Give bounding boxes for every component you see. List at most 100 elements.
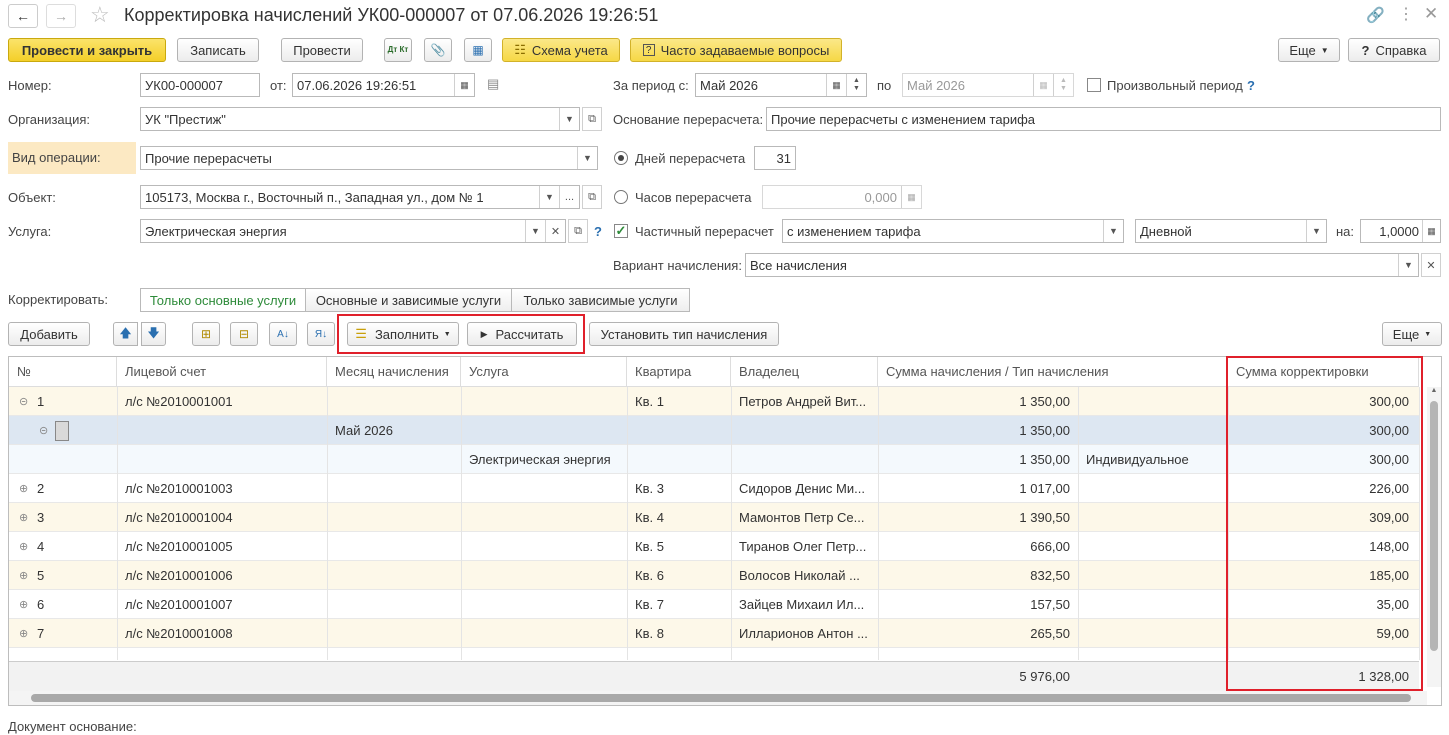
basis-field[interactable]: Прочие перерасчеты с изменением тарифа (766, 107, 1441, 131)
days-field[interactable]: 31 (754, 146, 796, 170)
table-row[interactable]: ⊝ Май 2026 1 350,00 300,00 (9, 416, 1419, 445)
col-header-month[interactable]: Месяц начисления (327, 357, 461, 387)
help-button[interactable]: ? Справка (1348, 38, 1440, 62)
calendar-icon[interactable]: ▦ (1033, 74, 1053, 96)
tab-only-main[interactable]: Только основные услуги (140, 288, 306, 312)
date-field[interactable]: 07.06.2026 19:26:51 ▦ (292, 73, 475, 97)
save-button[interactable]: Записать (177, 38, 259, 62)
comment-icon[interactable]: ▤ (487, 76, 499, 92)
dropdown-icon[interactable]: ▼ (525, 220, 545, 242)
back-button[interactable]: ← (8, 4, 38, 28)
set-accrual-type-button[interactable]: Установить тип начисления (589, 322, 779, 346)
forward-button[interactable]: → (46, 4, 76, 28)
ellipsis-icon[interactable]: ... (559, 186, 579, 208)
close-icon[interactable]: ✕ (1424, 4, 1438, 24)
col-header-flat[interactable]: Квартира (627, 357, 731, 387)
col-header-number[interactable]: № (9, 357, 117, 387)
calculator-icon[interactable]: ▦ (901, 186, 921, 208)
col-header-owner[interactable]: Владелец (731, 357, 878, 387)
service-field[interactable]: Электрическая энергия ▼ ✕ (140, 219, 566, 243)
move-up-icon[interactable]: 🡅 (113, 322, 138, 346)
post-button[interactable]: Провести (281, 38, 363, 62)
open-icon[interactable]: ⧉ (582, 107, 602, 131)
favorite-star-icon[interactable]: ☆ (90, 2, 110, 28)
service-help-icon[interactable]: ? (594, 224, 602, 240)
expand-icon[interactable]: ⊕ (19, 540, 28, 553)
move-down-icon[interactable]: 🡇 (141, 322, 166, 346)
table-row[interactable]: ⊕ 3 л/с №2010001004 Кв. 4 Мамонтов Петр Се..… (9, 503, 1419, 532)
calendar-icon[interactable]: ▦ (826, 74, 846, 96)
menu-icon[interactable]: ⋮ (1398, 4, 1414, 24)
accounting-scheme-button[interactable]: ☷ Схема учета (502, 38, 620, 62)
dropdown-icon[interactable]: ▼ (1398, 254, 1418, 276)
dropdown-icon[interactable]: ▼ (1103, 220, 1123, 242)
structure-icon[interactable]: ▦ (464, 38, 492, 62)
attachment-icon[interactable]: 📎 (424, 38, 452, 62)
h-scroll-thumb[interactable] (31, 694, 1411, 702)
coef-field[interactable]: 1,0000 ▦ (1360, 219, 1441, 243)
clear-icon[interactable]: ✕ (1421, 253, 1441, 277)
number-field[interactable]: УК00-000007 (140, 73, 260, 97)
object-field[interactable]: 105173, Москва г., Восточный п., Западна… (140, 185, 580, 209)
collapse-all-icon[interactable]: ⊟ (230, 322, 258, 346)
clear-icon[interactable]: ✕ (545, 220, 565, 242)
org-field[interactable]: УК "Престиж" ▼ (140, 107, 580, 131)
calculator-icon[interactable]: ▦ (1422, 220, 1440, 242)
dropdown-icon[interactable]: ▼ (559, 108, 579, 130)
partial-mode-field[interactable]: с изменением тарифа ▼ (782, 219, 1124, 243)
scroll-up-icon[interactable]: ▲ (1427, 387, 1441, 401)
col-header-sum[interactable]: Сумма начисления / Тип начисления (878, 357, 1228, 387)
spin-icon[interactable]: ▲ ▼ (846, 74, 866, 96)
arbitrary-period-checkbox[interactable] (1087, 78, 1101, 92)
cell-flat: Кв. 5 (635, 539, 664, 554)
sort-desc-icon[interactable]: Я↓ (307, 322, 335, 346)
spin-icon[interactable]: ▲ ▼ (1053, 74, 1073, 96)
table-row[interactable]: Электрическая энергия 1 350,00 Индивидуаль… (9, 445, 1419, 474)
add-button[interactable]: Добавить (8, 322, 90, 346)
open-icon[interactable]: ⧉ (568, 219, 588, 243)
more-button[interactable]: Еще ▼ (1278, 38, 1340, 62)
operation-field[interactable]: Прочие перерасчеты ▼ (140, 146, 598, 170)
period-from-field[interactable]: Май 2026 ▦ ▲ ▼ (695, 73, 867, 97)
open-icon[interactable]: ⧉ (582, 185, 602, 209)
cell-month (335, 590, 459, 619)
post-and-close-button[interactable]: Провести и закрыть (8, 38, 166, 62)
col-header-service[interactable]: Услуга (461, 357, 627, 387)
vertical-scrollbar[interactable]: ▲ (1427, 387, 1441, 687)
table-row[interactable]: ⊕ 4 л/с №2010001005 Кв. 5 Тиранов Олег Петр.… (9, 532, 1419, 561)
faq-button[interactable]: ? Часто задаваемые вопросы (630, 38, 842, 62)
sort-asc-icon[interactable]: А↓ (269, 322, 297, 346)
scroll-thumb[interactable] (1430, 401, 1438, 651)
days-radio[interactable] (614, 151, 628, 165)
hours-radio[interactable] (614, 190, 628, 204)
table-more-button[interactable]: Еще ▼ (1382, 322, 1442, 346)
table-row[interactable]: ⊕ 6 л/с №2010001007 Кв. 7 Зайцев Михаил Ил..… (9, 590, 1419, 619)
expand-icon[interactable]: ⊕ (19, 511, 28, 524)
horizontal-scrollbar[interactable] (9, 691, 1427, 705)
collapse-icon[interactable]: ⊝ (19, 395, 28, 408)
expand-icon[interactable]: ⊕ (19, 627, 28, 640)
variant-field[interactable]: Все начисления ▼ (745, 253, 1419, 277)
calendar-icon[interactable]: ▦ (454, 74, 474, 96)
hours-field[interactable]: 0,000 ▦ (762, 185, 922, 209)
col-header-account[interactable]: Лицевой счет (117, 357, 327, 387)
dropdown-icon[interactable]: ▼ (577, 147, 597, 169)
table-row[interactable]: ⊕ 2 л/с №2010001003 Кв. 3 Сидоров Денис Ми..… (9, 474, 1419, 503)
dt-kt-icon[interactable]: Дт Кт (384, 38, 412, 62)
help-question-icon[interactable]: ? (1247, 78, 1255, 94)
expand-icon[interactable]: ⊕ (19, 598, 28, 611)
tariff-zone-field[interactable]: Дневной ▼ (1135, 219, 1327, 243)
expand-all-icon[interactable]: ⊞ (192, 322, 220, 346)
tab-only-dependent[interactable]: Только зависимые услуги (511, 288, 690, 312)
table-row[interactable]: ⊝ 1 л/с №2010001001 Кв. 1 Петров Андрей Вит.… (9, 387, 1419, 416)
dropdown-icon[interactable]: ▼ (1306, 220, 1326, 242)
table-row[interactable]: ⊕ 7 л/с №2010001008 Кв. 8 Илларионов Антон .… (9, 619, 1419, 648)
expand-icon[interactable]: ⊕ (19, 482, 28, 495)
dropdown-icon[interactable]: ▼ (539, 186, 559, 208)
link-icon[interactable]: 🔗 (1366, 6, 1385, 24)
partial-checkbox[interactable]: ✓ (614, 223, 628, 238)
table-row[interactable]: ⊕ 5 л/с №2010001006 Кв. 6 Волосов Николай ..… (9, 561, 1419, 590)
tab-main-and-dependent[interactable]: Основные и зависимые услуги (305, 288, 512, 312)
period-to-field[interactable]: Май 2026 ▦ ▲ ▼ (902, 73, 1074, 97)
expand-icon[interactable]: ⊕ (19, 569, 28, 582)
